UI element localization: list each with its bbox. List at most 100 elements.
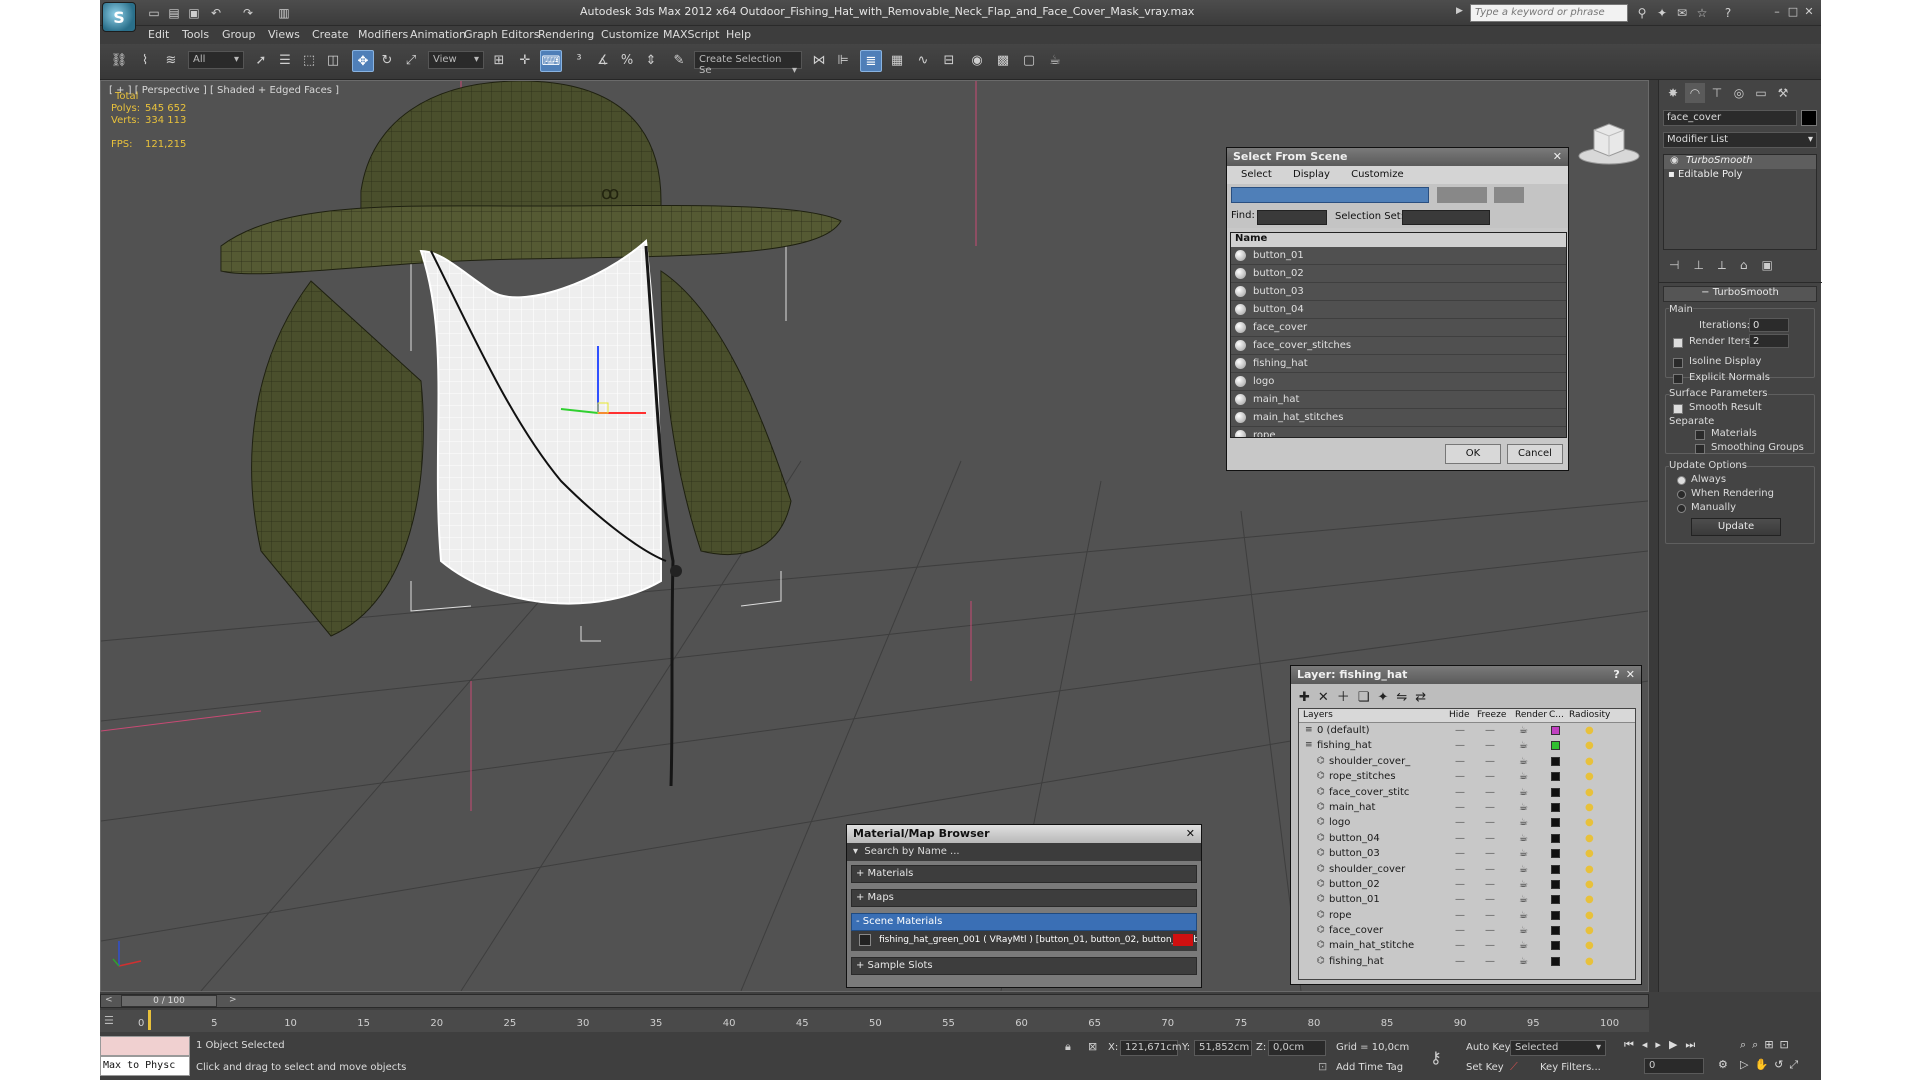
time-tag-icon[interactable]: ⊡: [1318, 1060, 1327, 1073]
subscription-icon[interactable]: ✦: [1654, 5, 1670, 21]
freeze-toggle[interactable]: —: [1485, 923, 1495, 938]
layer-row[interactable]: ⌬ face_cover_stitc — — ☕︎ ●: [1299, 785, 1635, 800]
render-teapot-icon[interactable]: ☕︎: [1519, 862, 1528, 877]
layer-row[interactable]: ⌬ main_hat_stitche — — ☕︎ ●: [1299, 938, 1635, 953]
material-editor-icon[interactable]: ◉: [966, 50, 988, 72]
material-browser-title-bar[interactable]: Material/Map Browser ✕: [847, 825, 1201, 843]
expand-icon[interactable]: ▪: [1668, 169, 1675, 180]
undo-icon[interactable]: ↶: [208, 5, 224, 21]
layer-row[interactable]: ⌬ button_03 — — ☕︎ ●: [1299, 846, 1635, 861]
radiosity-icon[interactable]: ●: [1585, 954, 1594, 969]
time-slider-thumb[interactable]: 0 / 100: [121, 995, 217, 1007]
binoculars-icon[interactable]: ⚲: [1634, 5, 1650, 21]
scene-object-row[interactable]: button_01: [1231, 247, 1566, 265]
close-icon[interactable]: ✕: [1802, 5, 1816, 19]
schematic-view-icon[interactable]: ⊟: [938, 50, 960, 72]
x-coordinate-field[interactable]: 121,671cm: [1120, 1040, 1182, 1056]
explicit-normals-checkbox[interactable]: [1673, 374, 1683, 384]
layer-color-swatch[interactable]: [1551, 726, 1560, 735]
menu-views[interactable]: Views: [268, 28, 300, 41]
stack-controls[interactable]: ⊣⊥⟂⌂▣: [1663, 258, 1817, 276]
y-coordinate-field[interactable]: 51,852cm: [1194, 1040, 1252, 1056]
layer-manager-icon[interactable]: ≣: [860, 50, 882, 72]
freeze-toggle[interactable]: —: [1485, 846, 1495, 861]
layer-row[interactable]: ⌬ main_hat — — ☕︎ ●: [1299, 800, 1635, 815]
layer-color-swatch[interactable]: [1551, 879, 1560, 889]
col-color[interactable]: C...: [1549, 710, 1564, 720]
hide-toggle[interactable]: —: [1455, 800, 1465, 815]
layer-color-swatch[interactable]: [1551, 849, 1560, 859]
render-teapot-icon[interactable]: ☕︎: [1519, 723, 1528, 738]
key-mode-dropdown[interactable]: Selected ▾: [1510, 1040, 1606, 1056]
scene-object-row[interactable]: face_cover: [1231, 319, 1566, 337]
radiosity-icon[interactable]: ●: [1585, 754, 1594, 769]
radiosity-icon[interactable]: ●: [1585, 938, 1594, 953]
hide-toggle[interactable]: —: [1455, 831, 1465, 846]
spinner-snap-icon[interactable]: ⇕: [640, 50, 662, 72]
reference-coordinate-dropdown[interactable]: View ▾: [428, 51, 484, 69]
angle-snap-icon[interactable]: ∡: [592, 50, 614, 72]
radiosity-icon[interactable]: ●: [1585, 846, 1594, 861]
layer-row[interactable]: ⌬ button_04 — — ☕︎ ●: [1299, 831, 1635, 846]
freeze-toggle[interactable]: —: [1485, 877, 1495, 892]
selection-set-dropdown[interactable]: [1402, 210, 1490, 225]
update-manually-radio[interactable]: [1677, 504, 1686, 513]
freeze-toggle[interactable]: —: [1485, 862, 1495, 877]
freeze-toggle[interactable]: —: [1485, 815, 1495, 830]
light-bulb-icon[interactable]: ◉: [1670, 155, 1679, 166]
hide-toggle[interactable]: —: [1455, 815, 1465, 830]
layer-row[interactable]: ≡ fishing_hat — — ☕︎ ●: [1299, 738, 1635, 753]
layer-color-swatch[interactable]: [1551, 895, 1560, 905]
layer-color-swatch[interactable]: [1551, 864, 1560, 874]
radiosity-icon[interactable]: ●: [1585, 908, 1594, 923]
radiosity-icon[interactable]: ●: [1585, 862, 1594, 877]
layer-color-swatch[interactable]: [1551, 741, 1560, 751]
layer-row[interactable]: ⌬ logo — — ☕︎ ●: [1299, 815, 1635, 830]
layer-color-swatch[interactable]: [1551, 941, 1560, 951]
menu-help[interactable]: Help: [726, 28, 751, 41]
radiosity-icon[interactable]: ●: [1585, 815, 1594, 830]
menu-tools[interactable]: Tools: [182, 28, 209, 41]
menu-group[interactable]: Group: [222, 28, 256, 41]
bind-space-warp-icon[interactable]: ≋: [160, 50, 182, 72]
sfs-menu-customize[interactable]: Customize: [1351, 169, 1404, 180]
hide-toggle[interactable]: —: [1455, 738, 1465, 753]
mirror-icon[interactable]: ⋈: [808, 50, 830, 72]
hide-toggle[interactable]: —: [1455, 923, 1465, 938]
render-teapot-icon[interactable]: ☕︎: [1519, 785, 1528, 800]
col-radiosity[interactable]: Radiosity: [1569, 710, 1610, 720]
scene-material-entry[interactable]: fishing_hat_green_001 ( VRayMtl ) [butto…: [851, 931, 1197, 951]
layer-color-swatch[interactable]: [1551, 818, 1560, 828]
curve-editor-icon[interactable]: ∿: [912, 50, 934, 72]
material-search-input[interactable]: ▾ Search by Name ...: [847, 843, 1201, 861]
time-slider[interactable]: < 0 / 100 >: [100, 994, 1649, 1008]
sfs-menu-display[interactable]: Display: [1293, 169, 1330, 180]
hide-toggle[interactable]: —: [1455, 846, 1465, 861]
select-by-name-icon[interactable]: ☰: [274, 50, 296, 72]
search-input[interactable]: Type a keyword or phrase: [1470, 4, 1628, 22]
hide-toggle[interactable]: —: [1455, 769, 1465, 784]
section-maps[interactable]: + Maps: [851, 889, 1197, 907]
select-and-move-icon[interactable]: ✥: [352, 50, 374, 72]
scene-object-row[interactable]: main_hat: [1231, 391, 1566, 409]
favorites-icon[interactable]: ☆: [1694, 5, 1710, 21]
separate-smoothing-groups-checkbox[interactable]: [1695, 444, 1705, 454]
menu-rendering[interactable]: Rendering: [538, 28, 594, 41]
auto-key-button[interactable]: Auto Key: [1466, 1042, 1511, 1053]
pivot-center-icon[interactable]: ⊞: [488, 50, 510, 72]
render-teapot-icon[interactable]: ☕︎: [1519, 815, 1528, 830]
radiosity-icon[interactable]: ●: [1585, 831, 1594, 846]
freeze-toggle[interactable]: —: [1485, 754, 1495, 769]
close-icon[interactable]: ✕: [1553, 150, 1562, 163]
col-layers[interactable]: Layers: [1303, 710, 1333, 720]
project-folder-icon[interactable]: ▥: [276, 5, 292, 21]
scene-object-row[interactable]: rope: [1231, 427, 1566, 437]
redo-icon[interactable]: ↷: [240, 5, 256, 21]
radiosity-icon[interactable]: ●: [1585, 800, 1594, 815]
unlink-icon[interactable]: ⌇: [134, 50, 156, 72]
scene-object-row[interactable]: face_cover_stitches: [1231, 337, 1566, 355]
freeze-toggle[interactable]: —: [1485, 954, 1495, 969]
key-icon[interactable]: ⚷: [1430, 1048, 1442, 1067]
scene-object-row[interactable]: main_hat_stitches: [1231, 409, 1566, 427]
isoline-display-checkbox[interactable]: [1673, 358, 1683, 368]
